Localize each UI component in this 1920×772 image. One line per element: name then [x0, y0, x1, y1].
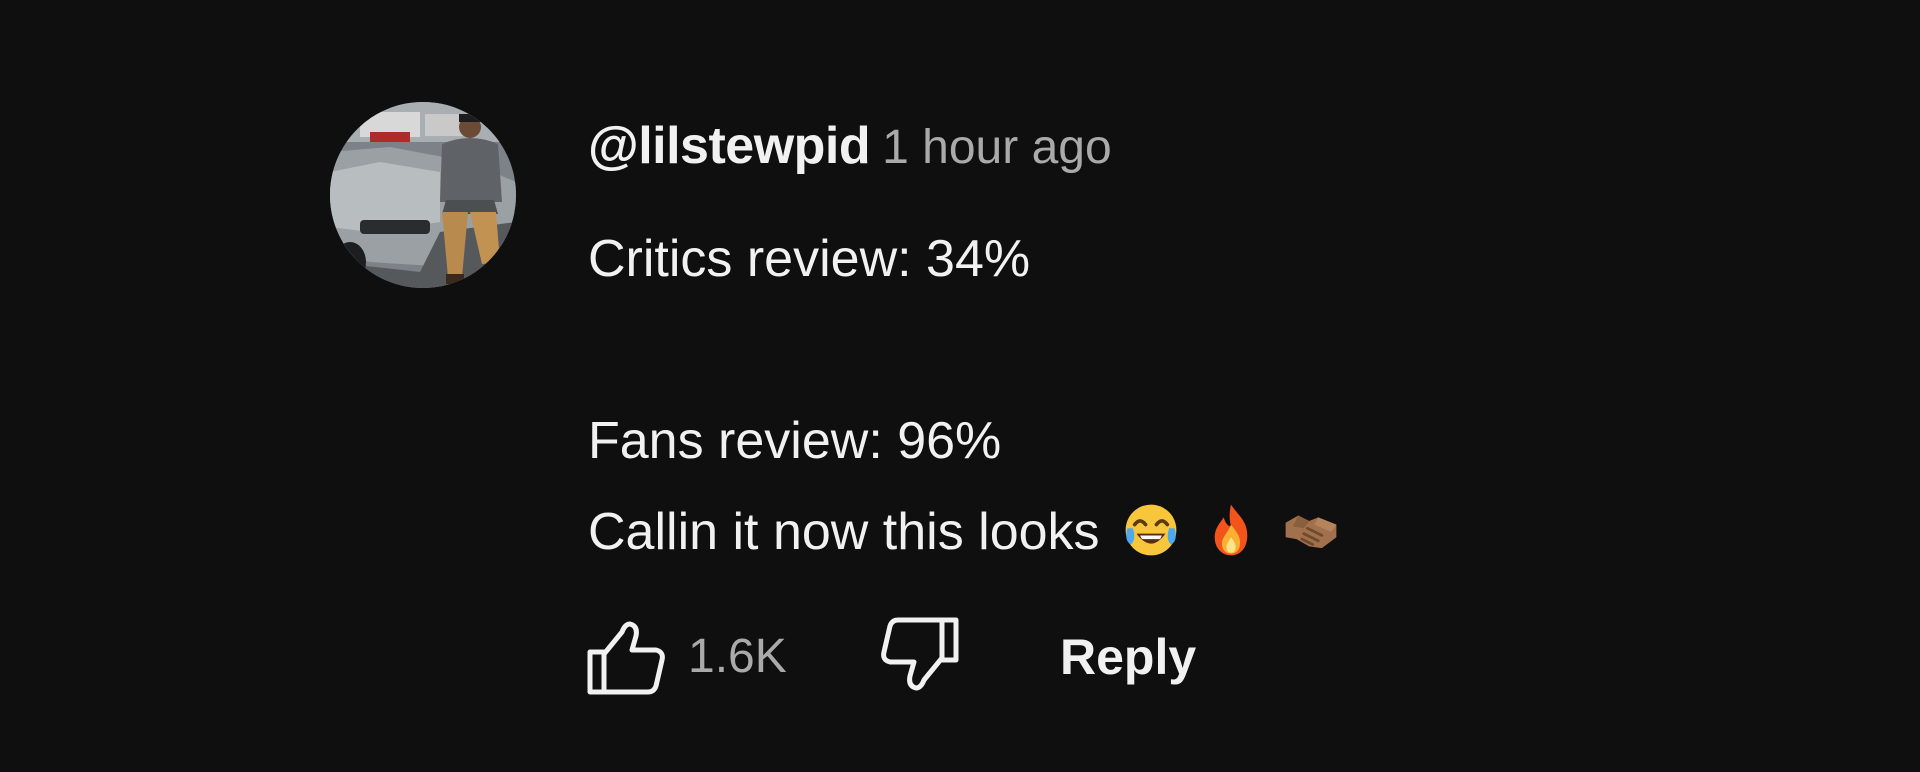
dislike-button[interactable]	[876, 612, 966, 702]
tears-of-joy-emoji-icon	[1122, 501, 1180, 559]
comment-text: Critics review: 34% Fans review: 96% Cal…	[588, 214, 1340, 578]
handshake-emoji-icon	[1282, 501, 1340, 559]
comment-line: Fans review: 96%	[588, 412, 1002, 470]
author-name[interactable]: @lilstewpid	[588, 117, 871, 175]
comment-line-blank	[588, 305, 1340, 396]
comment-line-with-emojis: Callin it now this looks	[588, 487, 1340, 578]
comment-timestamp[interactable]: 1 hour ago	[882, 121, 1112, 174]
like-button[interactable]	[578, 612, 668, 702]
thumbs-down-icon	[881, 617, 959, 691]
comment-header: @lilstewpid 1 hour ago	[588, 116, 1112, 176]
thumbs-up-icon	[587, 621, 665, 695]
avatar-image	[330, 102, 516, 288]
fire-emoji-icon	[1202, 501, 1260, 559]
comment-thread: @lilstewpid 1 hour ago Critics review: 34…	[330, 102, 1630, 722]
comment-line: Critics review: 34%	[588, 230, 1031, 288]
comment-line: Callin it now this looks	[588, 503, 1100, 561]
avatar[interactable]	[330, 102, 516, 288]
reply-button[interactable]: Reply	[1060, 612, 1196, 702]
like-count: 1.6K	[688, 630, 787, 683]
